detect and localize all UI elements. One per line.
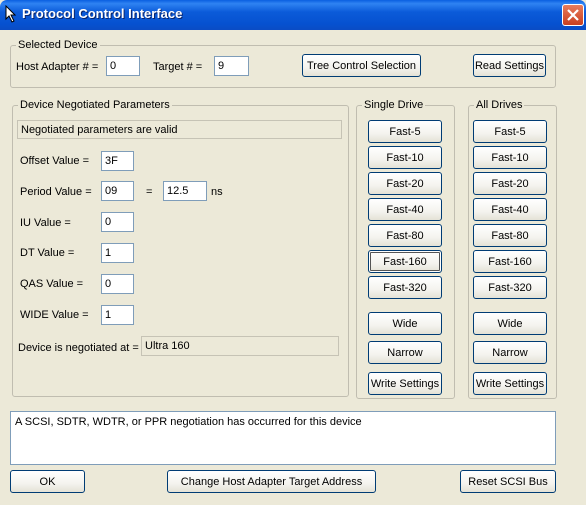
app-icon [4, 4, 20, 23]
single-narrow-button[interactable]: Narrow [368, 341, 442, 364]
host-adapter-label: Host Adapter # = [16, 61, 99, 73]
wide-field[interactable]: 1 [101, 305, 134, 325]
close-icon [567, 9, 579, 21]
read-settings-button[interactable]: Read Settings [473, 54, 546, 77]
single-fast-10-button[interactable]: Fast-10 [368, 146, 442, 169]
single-fast-160-button[interactable]: Fast-160 [368, 250, 442, 273]
all-narrow-button[interactable]: Narrow [473, 341, 547, 364]
target-field[interactable]: 9 [214, 56, 249, 76]
period-equals: = [146, 186, 153, 198]
dt-field[interactable]: 1 [101, 243, 134, 263]
title-bar[interactable]: Protocol Control Interface [0, 0, 586, 30]
tree-control-selection-button[interactable]: Tree Control Selection [302, 54, 421, 77]
close-button[interactable] [562, 4, 584, 26]
all-fast-20-button[interactable]: Fast-20 [473, 172, 547, 195]
negotiated-at-label: Device is negotiated at = [18, 342, 139, 354]
status-message: A SCSI, SDTR, WDTR, or PPR negotiation h… [10, 411, 556, 465]
window-title: Protocol Control Interface [22, 6, 183, 21]
offset-field[interactable]: 3F [101, 151, 134, 171]
negotiated-parameters-legend: Device Negotiated Parameters [18, 98, 172, 112]
qas-label: QAS Value = [20, 278, 84, 290]
all-fast-80-button[interactable]: Fast-80 [473, 224, 547, 247]
single-fast-80-button[interactable]: Fast-80 [368, 224, 442, 247]
period-ns-field[interactable]: 12.5 [163, 181, 207, 201]
single-drive-legend: Single Drive [362, 98, 426, 112]
target-label: Target # = [153, 61, 203, 73]
protocol-control-window: Protocol Control Interface Selected Devi… [0, 0, 586, 505]
dt-label: DT Value = [20, 247, 75, 259]
offset-label: Offset Value = [20, 155, 89, 167]
iu-label: IU Value = [20, 217, 71, 229]
all-fast-160-button[interactable]: Fast-160 [473, 250, 547, 273]
negotiated-at-field: Ultra 160 [141, 336, 339, 356]
change-target-address-button[interactable]: Change Host Adapter Target Address [167, 470, 376, 493]
host-adapter-field[interactable]: 0 [106, 56, 140, 76]
qas-field[interactable]: 0 [101, 274, 134, 294]
single-fast-320-button[interactable]: Fast-320 [368, 276, 442, 299]
selected-device-legend: Selected Device [16, 38, 100, 52]
single-fast-20-button[interactable]: Fast-20 [368, 172, 442, 195]
reset-scsi-bus-button[interactable]: Reset SCSI Bus [460, 470, 556, 493]
ok-button[interactable]: OK [10, 470, 85, 493]
iu-field[interactable]: 0 [101, 212, 134, 232]
all-wide-button[interactable]: Wide [473, 312, 547, 335]
single-write-settings-button[interactable]: Write Settings [368, 372, 442, 395]
all-write-settings-button[interactable]: Write Settings [473, 372, 547, 395]
period-field[interactable]: 09 [101, 181, 134, 201]
all-drives-legend: All Drives [474, 98, 525, 112]
period-label: Period Value = [20, 186, 92, 198]
wide-label: WIDE Value = [20, 309, 89, 321]
single-wide-button[interactable]: Wide [368, 312, 442, 335]
single-fast-40-button[interactable]: Fast-40 [368, 198, 442, 221]
all-fast-5-button[interactable]: Fast-5 [473, 120, 547, 143]
single-fast-5-button[interactable]: Fast-5 [368, 120, 442, 143]
period-unit: ns [211, 186, 223, 198]
negotiation-status-field: Negotiated parameters are valid [17, 120, 342, 139]
all-fast-320-button[interactable]: Fast-320 [473, 276, 547, 299]
all-fast-40-button[interactable]: Fast-40 [473, 198, 547, 221]
all-fast-10-button[interactable]: Fast-10 [473, 146, 547, 169]
